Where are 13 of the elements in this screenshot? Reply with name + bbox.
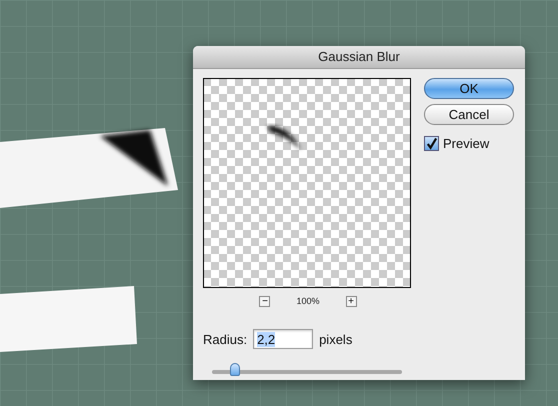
unit-label: pixels (319, 332, 352, 346)
preview-checkbox[interactable] (424, 136, 439, 151)
slider-thumb[interactable] (230, 363, 240, 376)
zoom-level: 100% (296, 296, 320, 306)
radius-slider[interactable] (212, 363, 402, 377)
radius-field[interactable]: 2,2 (253, 329, 314, 349)
zoom-in-button[interactable]: + (346, 296, 357, 306)
dialog-title: Gaussian Blur (193, 46, 525, 69)
ok-button[interactable]: OK (424, 78, 514, 99)
radius-label: Radius: (203, 332, 248, 346)
zoom-out-button[interactable]: − (259, 296, 270, 306)
cancel-button[interactable]: Cancel (424, 104, 514, 125)
preview-label: Preview (443, 136, 490, 151)
